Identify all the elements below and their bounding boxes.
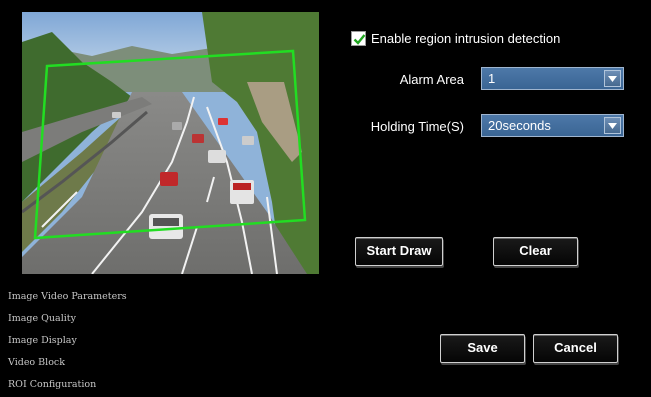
nav-item-image-quality[interactable]: Image Quality bbox=[8, 309, 127, 331]
camera-preview[interactable] bbox=[22, 12, 319, 274]
alarm-area-select[interactable]: 1 bbox=[481, 67, 624, 90]
holding-time-label: Holding Time(S) bbox=[370, 119, 464, 134]
start-draw-button[interactable]: Start Draw bbox=[355, 237, 443, 266]
chevron-down-icon[interactable] bbox=[604, 70, 621, 87]
alarm-area-value: 1 bbox=[488, 71, 496, 86]
enable-intrusion-detection-row[interactable]: Enable region intrusion detection bbox=[351, 31, 560, 46]
settings-nav: Image Video Parameters Image Quality Ima… bbox=[8, 287, 127, 397]
nav-item-image-video-parameters[interactable]: Image Video Parameters bbox=[8, 287, 127, 309]
nav-item-video-block[interactable]: Video Block bbox=[8, 353, 127, 375]
enable-intrusion-label: Enable region intrusion detection bbox=[371, 31, 561, 46]
enable-intrusion-checkbox[interactable] bbox=[351, 31, 366, 46]
cancel-button[interactable]: Cancel bbox=[533, 334, 618, 363]
holding-time-value: 20seconds bbox=[488, 118, 551, 133]
chevron-down-icon[interactable] bbox=[604, 117, 621, 134]
holding-time-select[interactable]: 20seconds bbox=[481, 114, 624, 137]
alarm-area-label: Alarm Area bbox=[399, 72, 464, 87]
clear-button[interactable]: Clear bbox=[493, 237, 578, 266]
nav-item-image-display[interactable]: Image Display bbox=[8, 331, 127, 353]
checkmark-icon bbox=[353, 34, 366, 45]
save-button[interactable]: Save bbox=[440, 334, 525, 363]
